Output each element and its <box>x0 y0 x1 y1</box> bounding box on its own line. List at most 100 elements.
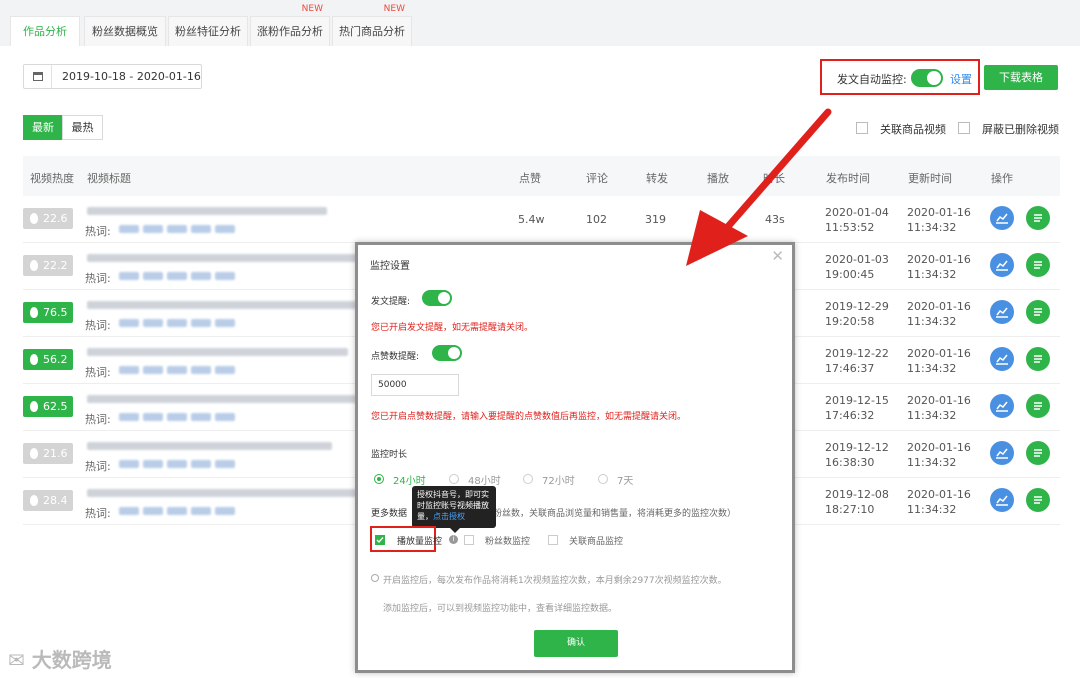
hot-word-tag[interactable] <box>191 413 211 421</box>
video-title-blurred[interactable] <box>87 395 385 403</box>
video-title-blurred[interactable] <box>87 442 332 450</box>
heat-badge: 22.2 <box>23 255 73 276</box>
date-range-picker[interactable]: 2019-10-18 - 2020-01-16 <box>23 64 202 89</box>
update-time-cell: 2020-01-16 11:34:32 <box>907 440 971 470</box>
tab-works-analysis[interactable]: 作品分析 <box>10 16 80 46</box>
trend-chart-button[interactable] <box>990 300 1014 324</box>
hot-word-tag[interactable] <box>143 225 163 233</box>
video-title-blurred[interactable] <box>87 489 369 497</box>
hot-word-tag[interactable] <box>215 225 235 233</box>
publish-time-cell: 2020-01-04 11:53:52 <box>825 205 889 235</box>
authorize-link[interactable]: 点击授权 <box>433 512 465 521</box>
sort-hottest-button[interactable]: 最热 <box>62 115 103 140</box>
play-count-checkbox[interactable] <box>375 535 385 545</box>
sort-latest-button[interactable]: 最新 <box>23 115 63 140</box>
hot-word-tag[interactable] <box>119 366 139 374</box>
heat-value: 22.6 <box>43 212 68 225</box>
trend-chart-button[interactable] <box>990 347 1014 371</box>
settings-link[interactable]: 设置 <box>950 71 972 87</box>
close-icon[interactable]: ✕ <box>771 247 784 265</box>
hot-word-tag[interactable] <box>143 507 163 515</box>
hot-word-tag[interactable] <box>143 413 163 421</box>
linked-products-checkbox[interactable] <box>856 122 868 134</box>
duration-radio-48h[interactable] <box>449 474 459 484</box>
like-threshold-input[interactable]: 50000 <box>371 374 459 396</box>
duration-radio-72h[interactable] <box>523 474 533 484</box>
trend-chart-button[interactable] <box>990 441 1014 465</box>
post-alert-toggle[interactable] <box>422 290 452 306</box>
trend-chart-button[interactable] <box>990 488 1014 512</box>
hot-words-label: 热词: <box>85 272 111 285</box>
heat-value: 22.2 <box>43 259 68 272</box>
hot-word-tag[interactable] <box>167 366 187 374</box>
like-alert-toggle[interactable] <box>432 345 462 361</box>
list-icon <box>1034 261 1042 269</box>
hot-word-tag[interactable] <box>191 366 211 374</box>
heat-badge: 62.5 <box>23 396 73 417</box>
hot-word-tag[interactable] <box>191 460 211 468</box>
hide-deleted-checkbox[interactable] <box>958 122 970 134</box>
hot-word-tag[interactable] <box>143 272 163 280</box>
hot-word-tag[interactable] <box>119 507 139 515</box>
hot-word-tag[interactable] <box>191 507 211 515</box>
video-title-blurred[interactable] <box>87 207 327 215</box>
hot-word-tag[interactable] <box>215 272 235 280</box>
hot-word-tag[interactable] <box>215 460 235 468</box>
detail-list-button[interactable] <box>1026 441 1050 465</box>
hot-word-tag[interactable] <box>167 460 187 468</box>
hot-word-tag[interactable] <box>167 507 187 515</box>
hot-word-tag[interactable] <box>167 225 187 233</box>
tab-fan-growth-works[interactable]: NEW 涨粉作品分析 <box>250 4 330 46</box>
hot-word-tag[interactable] <box>167 413 187 421</box>
duration-radio-24h[interactable] <box>374 474 384 484</box>
video-title-blurred[interactable] <box>87 348 348 356</box>
detail-list-button[interactable] <box>1026 347 1050 371</box>
heat-value: 21.6 <box>43 447 68 460</box>
auto-monitor-toggle[interactable] <box>911 69 943 87</box>
tab-fans-overview[interactable]: 粉丝数据概览 <box>84 16 166 46</box>
hot-word-tag[interactable] <box>215 507 235 515</box>
video-title-blurred[interactable] <box>87 301 401 309</box>
hot-word-tag[interactable] <box>215 413 235 421</box>
trend-chart-button[interactable] <box>990 253 1014 277</box>
hot-word-tag[interactable] <box>167 319 187 327</box>
linked-products-monitor-checkbox[interactable] <box>548 535 558 545</box>
hot-word-tag[interactable] <box>119 225 139 233</box>
video-title-blurred[interactable] <box>87 254 364 262</box>
hot-word-tag[interactable] <box>119 272 139 280</box>
tab-fans-features[interactable]: 粉丝特征分析 <box>168 16 248 46</box>
hot-word-tag[interactable] <box>143 319 163 327</box>
detail-list-button[interactable] <box>1026 206 1050 230</box>
trend-chart-button[interactable] <box>990 394 1014 418</box>
update-clock: 11:34:32 <box>907 409 957 422</box>
hot-word-tag[interactable] <box>215 319 235 327</box>
tab-hot-products[interactable]: NEW 热门商品分析 <box>332 4 412 46</box>
publish-time-cell: 2019-12-22 17:46:37 <box>825 346 889 376</box>
hot-word-tag[interactable] <box>143 460 163 468</box>
hot-word-tag[interactable] <box>167 272 187 280</box>
trend-chart-button[interactable] <box>990 206 1014 230</box>
list-icon <box>1034 308 1042 316</box>
hot-word-tag[interactable] <box>119 319 139 327</box>
hot-word-tag[interactable] <box>191 319 211 327</box>
detail-list-button[interactable] <box>1026 488 1050 512</box>
detail-list-button[interactable] <box>1026 394 1050 418</box>
confirm-button[interactable]: 确认 <box>534 630 618 657</box>
publish-time-cell: 2019-12-15 17:46:32 <box>825 393 889 423</box>
hot-word-tag[interactable] <box>119 413 139 421</box>
hot-words-label: 热词: <box>85 319 111 332</box>
duration-radio-7d[interactable] <box>598 474 608 484</box>
hot-word-tag[interactable] <box>191 272 211 280</box>
hot-word-tag[interactable] <box>143 366 163 374</box>
download-table-button[interactable]: 下载表格 <box>984 65 1058 90</box>
detail-list-button[interactable] <box>1026 300 1050 324</box>
hot-words-label: 热词: <box>85 366 111 379</box>
update-time-cell: 2020-01-16 11:34:32 <box>907 205 971 235</box>
hot-word-tag[interactable] <box>191 225 211 233</box>
detail-list-button[interactable] <box>1026 253 1050 277</box>
heat-badge: 22.6 <box>23 208 73 229</box>
hot-word-tag[interactable] <box>215 366 235 374</box>
post-alert-label: 发文提醒: <box>371 297 411 307</box>
hot-word-tag[interactable] <box>119 460 139 468</box>
fans-count-checkbox[interactable] <box>464 535 474 545</box>
